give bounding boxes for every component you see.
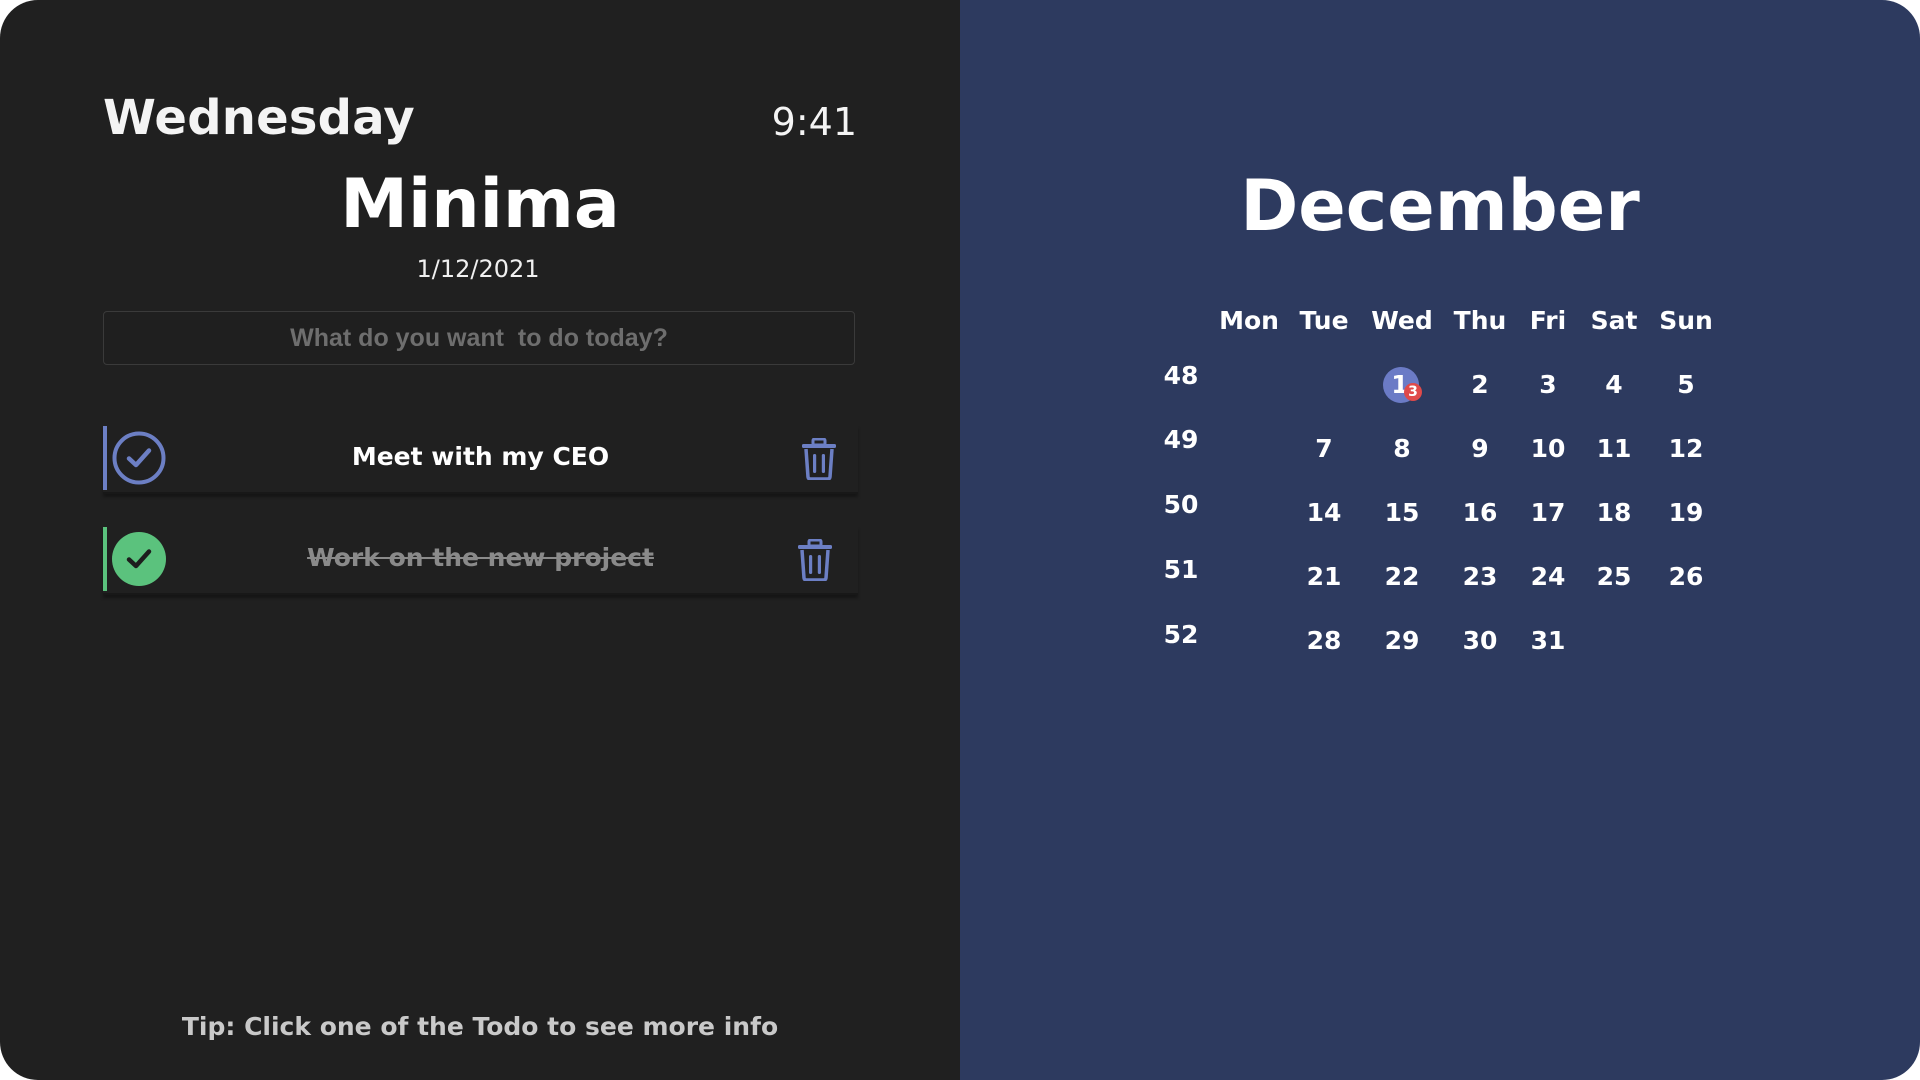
clock: 9:41 — [771, 100, 857, 144]
todo-input[interactable] — [103, 311, 855, 365]
app-window: Wednesday 9:41 Minima 1/12/2021 Meet wit… — [0, 0, 1920, 1080]
app-title: Minima — [340, 165, 620, 244]
calendar-day[interactable]: 23 — [1463, 562, 1498, 591]
weekday-header-sat: Sat — [1590, 306, 1638, 335]
calendar-day[interactable]: 4 — [1605, 370, 1622, 399]
tip-text: Tip: Click one of the Todo to see more i… — [181, 1012, 779, 1041]
weekday-header-fri: Fri — [1529, 306, 1567, 335]
calendar-day[interactable]: 18 — [1597, 498, 1632, 527]
calendar-day[interactable]: 30 — [1463, 626, 1498, 655]
trash-icon[interactable] — [801, 437, 837, 481]
current-date: 1/12/2021 — [416, 255, 540, 283]
todo-item[interactable]: Meet with my CEO — [103, 426, 858, 494]
calendar-panel: December Mon Tue Wed Thu Fri Sat Sun 48 1 3 2 3 4 5 49… — [960, 0, 1920, 1080]
calendar-day[interactable]: 28 — [1307, 626, 1342, 655]
calendar-day[interactable]: 16 — [1463, 498, 1498, 527]
todo-panel: Wednesday 9:41 Minima 1/12/2021 Meet wit… — [0, 0, 960, 1080]
todo-item[interactable]: Work on the new project — [103, 527, 858, 595]
calendar-day[interactable]: 8 — [1393, 434, 1410, 463]
todo-accent-bar — [103, 426, 107, 490]
todo-label[interactable]: Work on the new project — [173, 543, 788, 572]
calendar-day[interactable]: 17 — [1531, 498, 1566, 527]
calendar-day[interactable]: 15 — [1385, 498, 1420, 527]
weekday-header-tue: Tue — [1299, 306, 1349, 335]
calendar-day[interactable]: 26 — [1669, 562, 1704, 591]
calendar-day[interactable]: 12 — [1669, 434, 1704, 463]
calendar-day[interactable]: 31 — [1531, 626, 1566, 655]
week-number: 48 — [1163, 361, 1199, 390]
month-title: December — [1240, 165, 1640, 247]
calendar-day[interactable]: 25 — [1597, 562, 1632, 591]
weekday-header-thu: Thu — [1453, 306, 1507, 335]
calendar-day[interactable]: 2 — [1471, 370, 1488, 399]
calendar-day[interactable]: 14 — [1307, 498, 1342, 527]
calendar-day[interactable]: 9 — [1471, 434, 1488, 463]
trash-icon[interactable] — [797, 538, 833, 582]
check-circle-filled-icon[interactable] — [112, 532, 166, 586]
calendar-day[interactable]: 21 — [1307, 562, 1342, 591]
weekday-label: Wednesday — [103, 90, 415, 146]
todo-accent-bar — [103, 527, 107, 591]
week-number: 49 — [1163, 425, 1199, 454]
week-number: 52 — [1163, 620, 1199, 649]
todo-count-badge: 3 — [1404, 383, 1422, 401]
calendar-day[interactable]: 29 — [1385, 626, 1420, 655]
week-number: 51 — [1163, 555, 1199, 584]
calendar-day[interactable]: 11 — [1597, 434, 1632, 463]
calendar-day[interactable]: 5 — [1677, 370, 1694, 399]
weekday-header-sun: Sun — [1659, 306, 1713, 335]
weekday-header-wed: Wed — [1371, 306, 1433, 335]
todo-label[interactable]: Meet with my CEO — [173, 442, 788, 471]
calendar-day[interactable]: 24 — [1531, 562, 1566, 591]
calendar-day[interactable]: 3 — [1539, 370, 1556, 399]
calendar-day[interactable]: 10 — [1531, 434, 1566, 463]
calendar-day[interactable]: 19 — [1669, 498, 1704, 527]
calendar-day[interactable]: 7 — [1315, 434, 1332, 463]
weekday-header-mon: Mon — [1219, 306, 1279, 335]
week-number: 50 — [1163, 490, 1199, 519]
calendar-day[interactable]: 22 — [1385, 562, 1420, 591]
check-circle-outline-icon[interactable] — [112, 431, 166, 485]
